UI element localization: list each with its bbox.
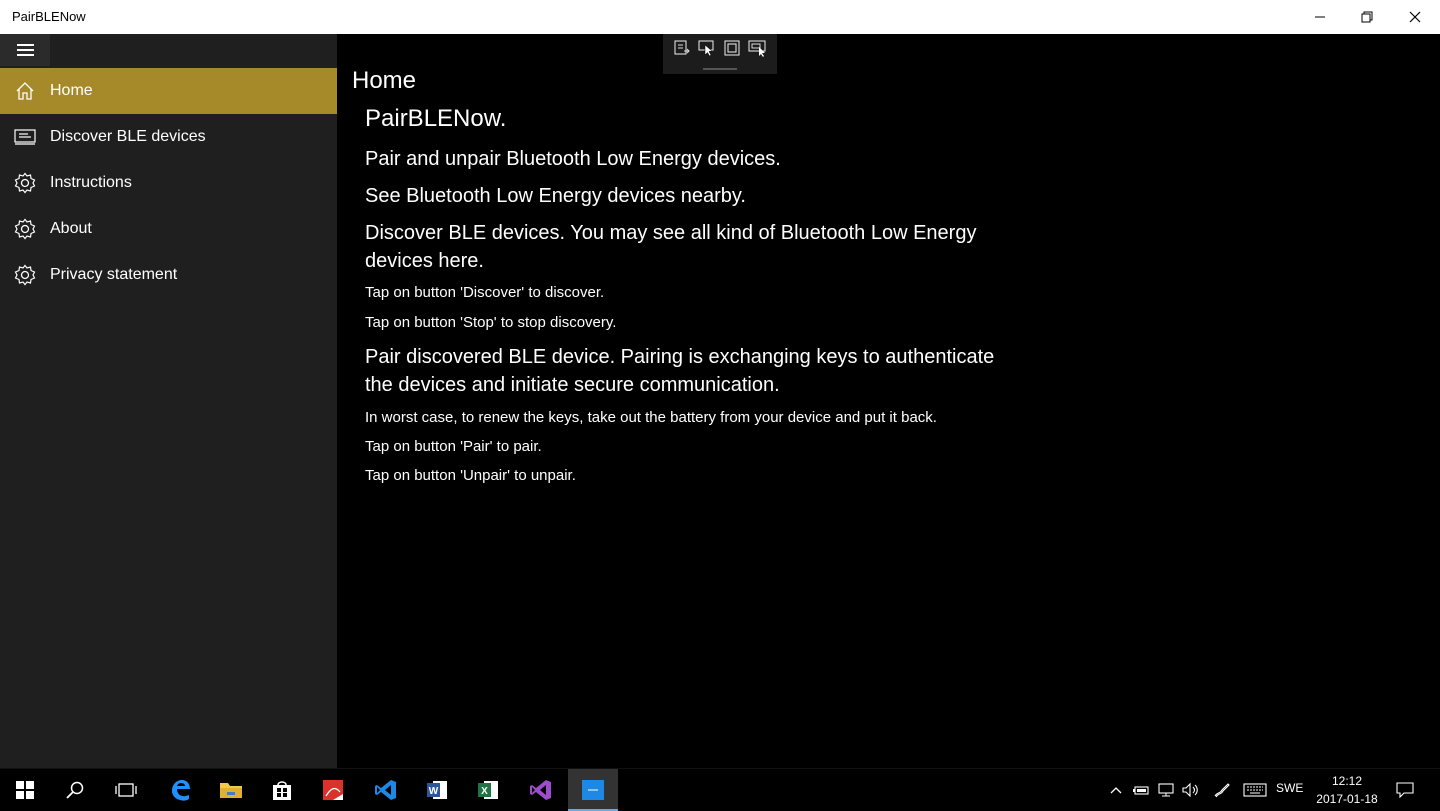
taskbar-file-explorer[interactable] bbox=[206, 769, 256, 811]
nav-item-label: Discover BLE devices bbox=[50, 128, 206, 145]
nav-item-home[interactable]: Home bbox=[0, 68, 337, 114]
network-icon bbox=[1158, 783, 1174, 797]
track-focus-icon[interactable] bbox=[747, 39, 768, 62]
restore-button[interactable] bbox=[1344, 0, 1390, 34]
start-button[interactable] bbox=[0, 769, 50, 811]
show-hidden-icons-button[interactable] bbox=[1106, 769, 1126, 811]
main-content: Home PairBLENow. Pair and unpair Bluetoo… bbox=[337, 34, 1440, 768]
nav-item-label: Instructions bbox=[50, 174, 132, 191]
discover-icon bbox=[0, 128, 50, 146]
word-icon: W bbox=[427, 781, 447, 799]
paragraph: Tap on button 'Pair' to pair. bbox=[365, 438, 542, 455]
toolbar-grip[interactable] bbox=[703, 68, 737, 70]
home-icon bbox=[0, 81, 50, 101]
pen-workspace-button[interactable] bbox=[1210, 769, 1234, 811]
hamburger-icon bbox=[16, 43, 34, 57]
paragraph: Tap on button 'Unpair' to unpair. bbox=[365, 467, 576, 484]
app-window-icon bbox=[582, 780, 604, 800]
page-title: Home bbox=[352, 67, 417, 94]
hamburger-menu-button[interactable] bbox=[0, 34, 50, 66]
battery-icon bbox=[1133, 786, 1149, 795]
clock-time: 12:12 bbox=[1331, 774, 1363, 788]
nav-item-instructions[interactable]: Instructions bbox=[0, 160, 337, 206]
search-icon bbox=[66, 781, 84, 799]
display-layout-icon[interactable] bbox=[723, 39, 741, 62]
nav-item-label: Home bbox=[50, 82, 93, 99]
taskbar-pairblenow[interactable] bbox=[568, 769, 618, 811]
paragraph: In worst case, to renew the keys, take o… bbox=[365, 409, 937, 426]
excel-icon: X bbox=[478, 781, 498, 799]
volume-button[interactable] bbox=[1180, 769, 1202, 811]
paragraph: Tap on button 'Stop' to stop discovery. bbox=[365, 314, 617, 331]
close-button[interactable] bbox=[1392, 0, 1438, 34]
action-center-button[interactable] bbox=[1392, 769, 1418, 811]
app-heading: PairBLENow. bbox=[365, 105, 507, 132]
keyboard-icon bbox=[1243, 783, 1267, 797]
restore-icon bbox=[1361, 11, 1373, 23]
gear-icon bbox=[0, 218, 50, 240]
store-icon bbox=[273, 781, 291, 800]
paragraph: See Bluetooth Low Energy devices nearby. bbox=[365, 185, 746, 207]
pen-icon bbox=[1214, 783, 1230, 798]
gear-icon bbox=[0, 264, 50, 286]
pdf-icon bbox=[323, 780, 343, 800]
close-icon bbox=[1409, 11, 1421, 23]
taskbar-vscode[interactable] bbox=[361, 769, 411, 811]
nav-item-about[interactable]: About bbox=[0, 206, 337, 252]
taskbar-excel[interactable]: X bbox=[463, 769, 513, 811]
task-view-button[interactable] bbox=[101, 769, 151, 811]
edge-icon bbox=[172, 780, 190, 801]
taskbar-word[interactable]: W bbox=[412, 769, 462, 811]
paragraph: Pair and unpair Bluetooth Low Energy dev… bbox=[365, 148, 781, 170]
select-element-icon[interactable] bbox=[697, 39, 716, 62]
input-language[interactable]: SWE bbox=[1276, 781, 1303, 795]
taskbar-edge[interactable] bbox=[155, 769, 205, 811]
window-title: PairBLENow bbox=[12, 9, 86, 24]
paragraph: Discover BLE devices. You may see all ki… bbox=[365, 222, 977, 272]
paragraph: Tap on button 'Discover' to discover. bbox=[365, 284, 605, 301]
clock-date: 2017-01-18 bbox=[1316, 792, 1378, 806]
live-tree-icon[interactable] bbox=[673, 39, 691, 62]
folder-icon bbox=[220, 783, 242, 798]
vscode-icon bbox=[375, 780, 396, 800]
taskbar-visual-studio[interactable] bbox=[516, 769, 566, 811]
network-button[interactable] bbox=[1155, 769, 1177, 811]
visual-studio-icon bbox=[530, 780, 551, 800]
search-button[interactable] bbox=[50, 769, 100, 811]
navigation-pane: Home Discover BLE devices Instructions A… bbox=[0, 34, 337, 768]
battery-button[interactable] bbox=[1130, 769, 1152, 811]
chevron-up-icon bbox=[1110, 787, 1122, 794]
windows-icon bbox=[16, 781, 34, 799]
paragraph: Pair discovered BLE device. Pairing is e… bbox=[365, 346, 995, 396]
nav-item-discover[interactable]: Discover BLE devices bbox=[0, 114, 337, 160]
notification-icon bbox=[1396, 782, 1414, 798]
volume-icon bbox=[1182, 783, 1198, 797]
title-bar: PairBLENow bbox=[0, 0, 1440, 34]
taskbar: W X SWE 12:12 2017-01-18 bbox=[0, 768, 1440, 811]
svg-text:W: W bbox=[429, 786, 439, 797]
gear-icon bbox=[0, 172, 50, 194]
minimize-button[interactable] bbox=[1297, 0, 1343, 34]
nav-item-label: About bbox=[50, 220, 92, 237]
clock[interactable]: 12:12 2017-01-18 bbox=[1310, 772, 1384, 808]
taskbar-acrobat[interactable] bbox=[308, 769, 358, 811]
svg-text:X: X bbox=[481, 786, 488, 797]
nav-item-label: Privacy statement bbox=[50, 266, 178, 283]
debug-toolbar bbox=[663, 34, 777, 74]
task-view-icon bbox=[115, 783, 137, 797]
nav-item-privacy[interactable]: Privacy statement bbox=[0, 252, 337, 298]
taskbar-store[interactable] bbox=[257, 769, 307, 811]
touch-keyboard-button[interactable] bbox=[1240, 769, 1270, 811]
minimize-icon bbox=[1315, 16, 1325, 18]
